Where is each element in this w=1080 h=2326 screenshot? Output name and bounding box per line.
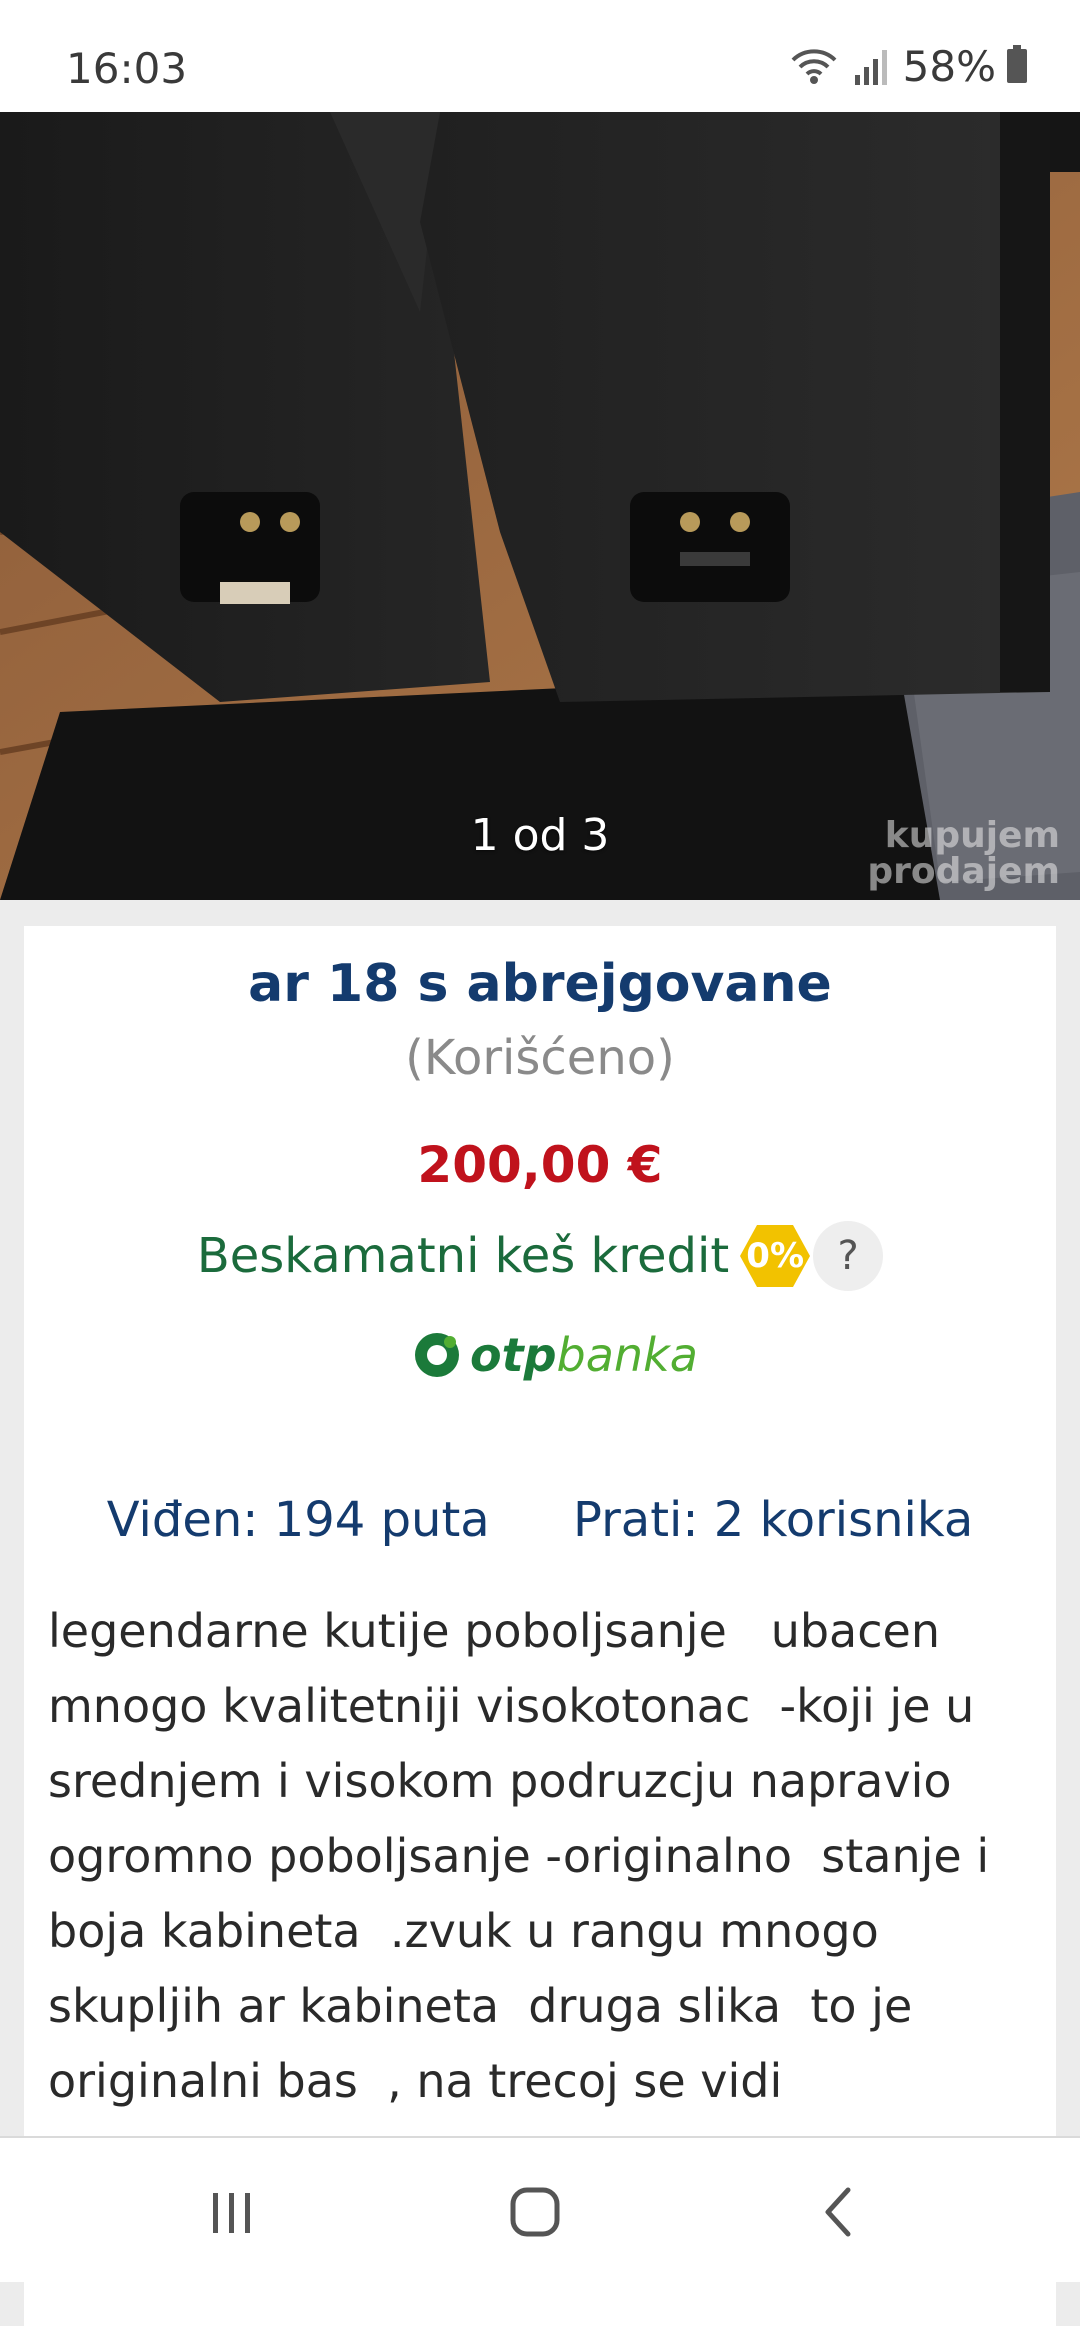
credit-help-button[interactable]: ? <box>813 1221 884 1291</box>
listing-description: legendarne kutije poboljsanje ubacen mno… <box>48 1604 990 2108</box>
watermark-line-2: prodajem <box>867 851 1060 892</box>
status-icons: 58% <box>789 40 1028 92</box>
listing-condition: (Korišćeno) <box>405 1030 675 1086</box>
recent-apps-icon[interactable] <box>192 2182 272 2242</box>
listing-stats: Viđen: 194 puta Prati: 2 korisnika <box>24 1492 1056 1548</box>
battery-icon <box>1006 45 1028 87</box>
otp-logo-text: otpbanka <box>470 1328 698 1382</box>
otp-logo-icon <box>415 1333 459 1377</box>
wifi-icon <box>789 46 839 86</box>
battery-percent: 58% <box>902 41 996 91</box>
signal-icon <box>853 47 889 85</box>
otp-bank-logo: otpbanka <box>412 1326 698 1384</box>
listing-card: ar 18 s abrejgovane (Korišćeno) 200,00 €… <box>24 926 1056 2326</box>
listing-title: ar 18 s abrejgovane <box>248 954 832 1014</box>
back-icon[interactable] <box>798 2182 878 2242</box>
home-icon[interactable] <box>495 2182 575 2242</box>
zero-percent-text: 0% <box>746 1236 805 1276</box>
credit-offer[interactable]: Beskamatni keš kredit 0% ? <box>24 1216 1056 1296</box>
views-count: Viđen: 194 puta <box>106 1492 490 1548</box>
watermark-logo: kupujem prodajem <box>867 818 1060 890</box>
credit-label[interactable]: Beskamatni keš kredit <box>197 1228 729 1284</box>
followers-count: Prati: 2 korisnika <box>572 1492 974 1548</box>
watermark-line-1: kupujem <box>884 815 1060 856</box>
status-time: 16:03 <box>66 44 188 93</box>
listing-price: 200,00 € <box>417 1136 663 1194</box>
navigation-bar <box>0 2136 1080 2282</box>
zero-percent-badge: 0% <box>739 1223 811 1289</box>
listing-photo[interactable]: 1 od 3 kupujem prodajem <box>0 112 1080 900</box>
status-bar: 16:03 58% <box>0 0 1080 112</box>
